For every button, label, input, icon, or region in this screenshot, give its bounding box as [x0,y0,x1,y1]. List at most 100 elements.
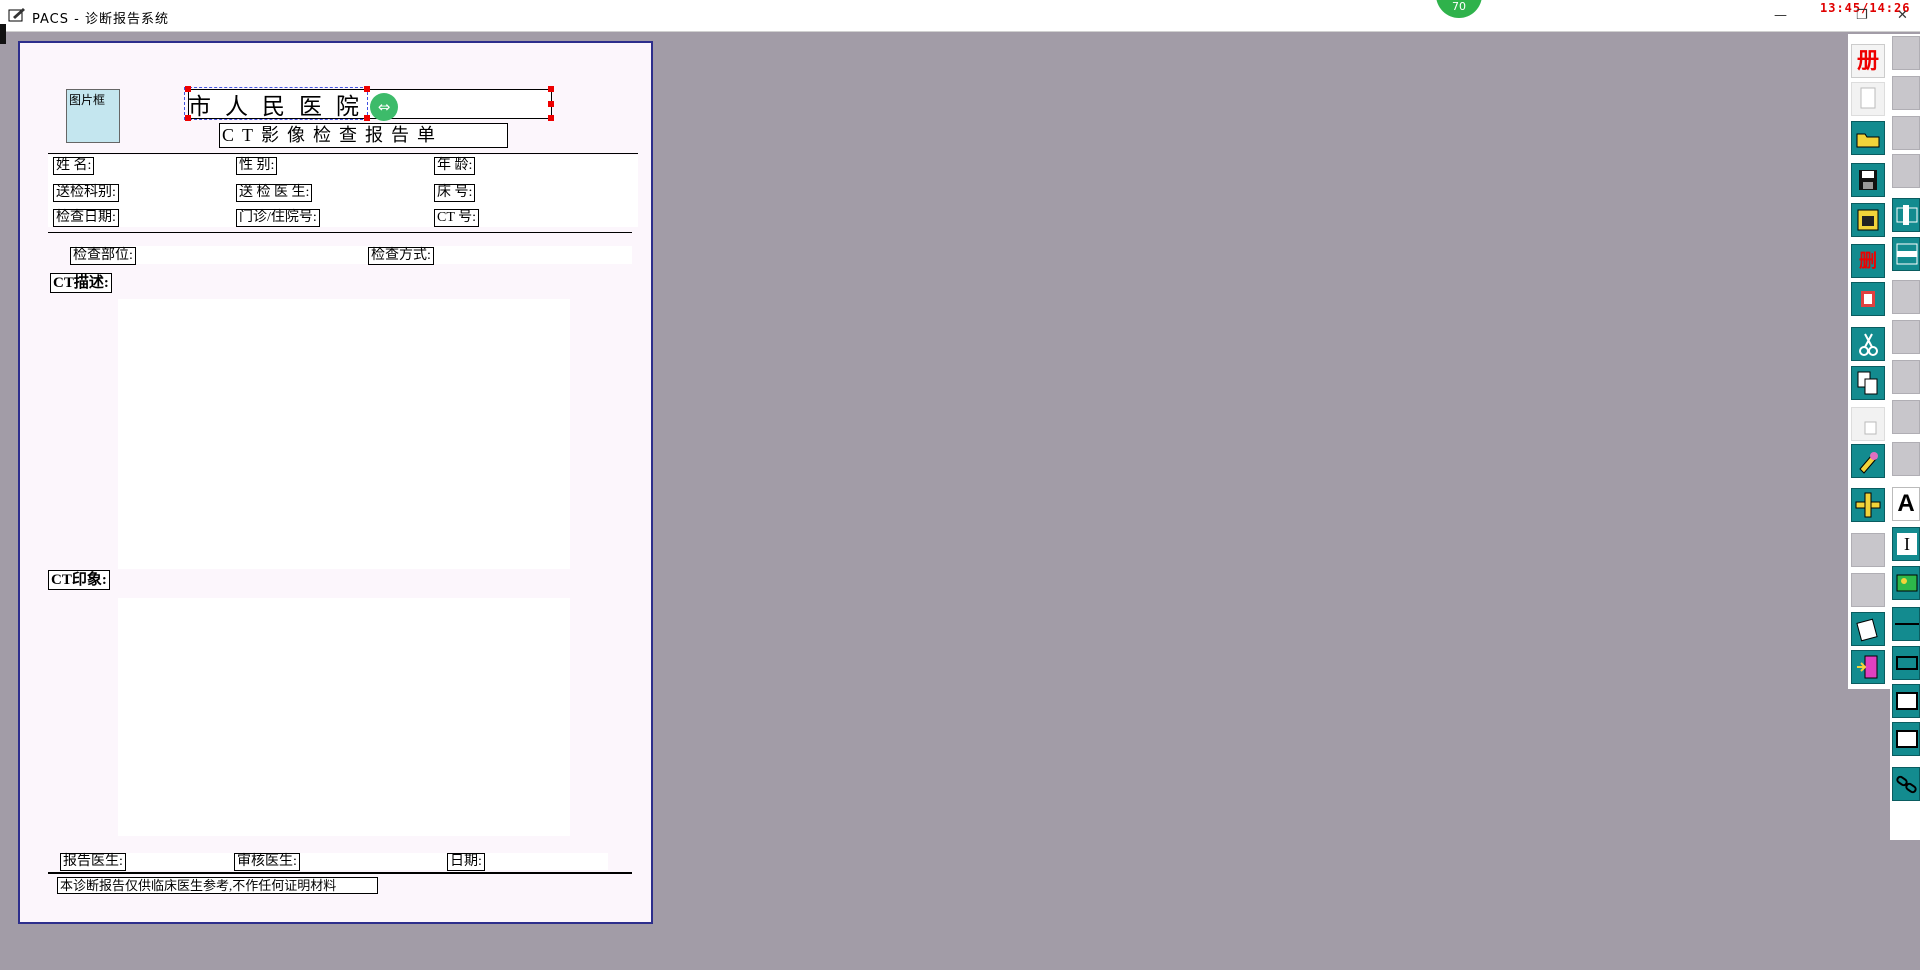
field-report-doctor[interactable]: 报告医生: [60,853,126,871]
line-icon [1895,623,1919,625]
rect-tool-button[interactable] [1892,646,1920,680]
delete-icon: 删 [1859,251,1877,271]
copy-button[interactable] [1851,366,1885,400]
blank-tool-button[interactable] [1892,320,1920,354]
field-ct-no[interactable]: CT 号: [434,209,480,227]
open-folder-button[interactable] [1851,121,1885,155]
align-horizontal-button[interactable] [1892,198,1920,232]
ct-impression-title[interactable]: CT印象: [48,570,110,590]
field-patient-no[interactable]: 门诊/住院号: [236,209,320,227]
report-canvas[interactable]: 图片框 市人民医院 ⇔ CT影像检查报告单 姓 名: 性 别: 年 龄: 送检科… [18,41,653,924]
window-title: PACS - 诊断报告系统 [32,12,169,27]
floppy-disk-icon [1859,170,1877,190]
image-tool-button[interactable] [1892,566,1920,600]
frame-tool-button[interactable] [1892,722,1920,756]
box-tool-button[interactable] [1892,684,1920,718]
field-age[interactable]: 年 龄: [434,157,476,175]
exit-button[interactable] [1851,650,1885,684]
template-icon [1861,291,1875,307]
resize-handle[interactable] [548,86,554,92]
field-exam-method[interactable]: 检查方式: [368,247,434,265]
blank-tool-button[interactable] [1892,76,1920,110]
text-cursor-button[interactable]: I [1892,527,1920,561]
report-title[interactable]: CT影像检查报告单 [219,123,508,148]
line-tool-button[interactable] [1892,607,1920,641]
photo-frame[interactable]: 图片框 [66,89,120,143]
blank-tool-button[interactable] [1892,400,1920,434]
blank-tool-button[interactable] [1851,573,1885,607]
title-bar: PACS - 诊断报告系统 70 13:45/14:26 — ❐ ✕ [0,0,1920,32]
divider-line [48,872,632,874]
blank-tool-button[interactable] [1892,36,1920,70]
ruler-button[interactable] [1851,488,1885,522]
link-tool-button[interactable] [1892,767,1920,801]
print-preview-button[interactable] [1851,612,1885,646]
ct-impression-textarea[interactable] [118,598,570,836]
align-vertical-icon [1896,243,1918,265]
resize-handle[interactable] [185,86,191,92]
field-exam-date[interactable]: 检查日期: [53,209,119,227]
save-button[interactable] [1851,163,1885,197]
report-page: 图片框 市人民医院 ⇔ CT影像检查报告单 姓 名: 性 别: 年 龄: 送检科… [20,43,651,922]
left-edge-marker [0,24,6,44]
divider-line [48,232,632,233]
resize-handle[interactable] [548,101,554,107]
blank-tool-button[interactable] [1892,280,1920,314]
blank-tool-button[interactable] [1892,154,1920,188]
save-as-button[interactable] [1851,203,1885,237]
print-preview-icon [1856,618,1878,642]
new-document-icon [1860,87,1876,109]
delete-button[interactable]: 删 [1851,244,1885,278]
resize-handle[interactable] [548,115,554,121]
exam-info-area [70,246,632,264]
divider-line [48,153,638,154]
hospital-name[interactable]: 市人民医院 [188,87,373,121]
field-bed[interactable]: 床 号: [434,184,476,202]
template-button[interactable] [1851,282,1885,316]
resize-handle[interactable] [185,115,191,121]
new-document-button[interactable] [1851,82,1885,116]
field-date[interactable]: 日期: [447,853,485,871]
field-sex[interactable]: 性 别: [236,157,278,175]
blank-tool-button[interactable] [1892,442,1920,476]
blank-tool-button[interactable] [1892,360,1920,394]
scissors-icon [1859,333,1878,356]
resize-handle[interactable] [364,86,370,92]
cut-button[interactable] [1851,327,1885,361]
field-doctor[interactable]: 送 检 医 生: [236,184,313,202]
rectangle-icon [1896,656,1918,670]
signature-area [60,853,608,870]
exit-door-icon [1857,655,1878,679]
save-all-icon [1857,209,1879,231]
ct-description-title[interactable]: CT描述: [50,273,112,293]
brush-button[interactable] [1851,444,1885,478]
ct-description-textarea[interactable] [118,299,570,569]
blank-tool-button[interactable] [1892,116,1920,150]
notification-badge[interactable]: 70 [1436,0,1482,18]
resize-handle[interactable] [364,115,370,121]
app-icon [8,8,25,22]
close-button[interactable]: ✕ [1897,8,1908,23]
box-icon [1896,692,1918,710]
field-dept[interactable]: 送检科别: [53,184,119,202]
text-cursor-icon: I [1897,533,1917,555]
field-review-doctor[interactable]: 审核医生: [234,853,300,871]
disclaimer: 本诊断报告仅供临床医生参考,不作任何证明材料 [57,877,378,894]
restore-button[interactable]: ❐ [1856,8,1868,23]
photo-label: 图片框 [69,93,106,107]
text-tool-icon: A [1897,490,1915,517]
minimize-button[interactable]: — [1774,8,1787,23]
field-exam-part[interactable]: 检查部位: [70,247,136,265]
register-icon: 册 [1856,48,1879,73]
move-cursor-icon: ⇔ [370,93,398,121]
patient-info-area [48,155,638,227]
paste-icon [1864,421,1877,435]
open-folder-icon [1856,133,1880,148]
blank-tool-button[interactable] [1851,533,1885,567]
field-name[interactable]: 姓 名: [53,157,95,175]
copy-icon [1857,371,1878,395]
register-button[interactable]: 册 [1851,44,1885,78]
text-tool-button[interactable]: A [1892,487,1920,521]
align-vertical-button[interactable] [1892,237,1920,271]
paste-button[interactable] [1851,407,1885,441]
